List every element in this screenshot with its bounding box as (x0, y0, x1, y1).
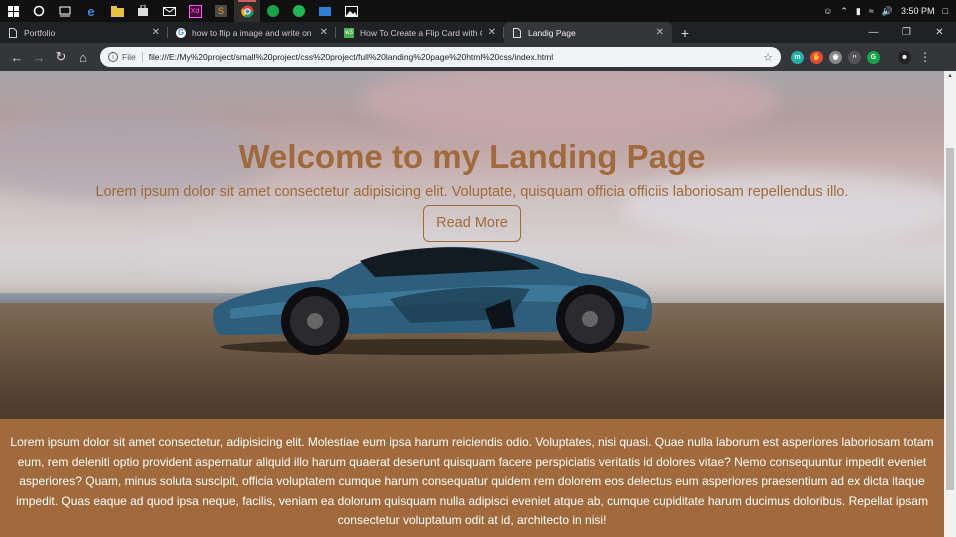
gmail-icon[interactable] (260, 0, 286, 22)
camera-icon[interactable]: ◉ (829, 50, 842, 64)
cortana-icon[interactable] (26, 0, 52, 22)
notification-icon[interactable]: □ (943, 6, 948, 16)
bookmark-star-icon[interactable]: ☆ (763, 51, 773, 64)
info-icon[interactable]: i (108, 52, 118, 62)
url-text[interactable]: file:///E:/My%20project/small%20project/… (149, 52, 763, 62)
tab-title: How To Create a Flip Card with C (360, 27, 482, 38)
menu-icon[interactable]: ⋮ (919, 50, 931, 64)
scrollbar-thumb[interactable] (946, 148, 954, 490)
windows-start-icon[interactable] (0, 0, 26, 22)
adblock-icon[interactable]: ✋ (810, 50, 823, 64)
reload-icon[interactable]: ↻ (50, 46, 72, 68)
body-paragraph: Lorem ipsum dolor sit amet consectetur, … (10, 435, 934, 527)
system-tray: ☺ ⌃ ▮ ≈ 🔊 3:50 PM □ (823, 6, 956, 17)
chevron-up-icon[interactable]: ⌃ (840, 6, 848, 17)
extensions-bar: m ✋ ◉ ‹› G ☻ (791, 50, 911, 64)
task-view-icon[interactable] (52, 0, 78, 22)
mail-icon[interactable] (156, 0, 182, 22)
browser-toolbar: ← → ↻ ⌂ i File file:///E:/My%20project/s… (0, 43, 956, 71)
page-viewport: Welcome to my Landing Page Lorem ipsum d… (0, 71, 944, 537)
hero-content: Welcome to my Landing Page Lorem ipsum d… (0, 137, 944, 242)
tab-google-search[interactable]: G how to flip a image and write on ✕ (168, 22, 336, 43)
scroll-up-icon[interactable]: ▲ (944, 71, 956, 81)
momentum-icon[interactable]: m (791, 50, 804, 64)
sports-car-image (213, 246, 653, 355)
tab-title: Landig Page (528, 27, 576, 38)
sublime-icon[interactable]: S (208, 0, 234, 22)
photos-icon[interactable] (312, 0, 338, 22)
file-explorer-icon[interactable] (104, 0, 130, 22)
desktop: e Xd S ☺ ⌃ ▮ ≈ 🔊 3:50 PM □ Portfolio ✕ G… (0, 0, 956, 537)
minimize-icon[interactable]: — (857, 22, 890, 43)
windows-taskbar: e Xd S ☺ ⌃ ▮ ≈ 🔊 3:50 PM □ (0, 0, 956, 22)
new-tab-button[interactable]: + (672, 22, 698, 43)
tab-portfolio[interactable]: Portfolio ✕ (0, 22, 168, 43)
close-icon[interactable]: ✕ (320, 27, 328, 38)
read-more-button[interactable]: Read More (423, 205, 521, 242)
page-icon (8, 27, 18, 38)
tab-title: Portfolio (24, 27, 56, 38)
edge-icon[interactable]: e (78, 0, 104, 22)
address-bar[interactable]: i File file:///E:/My%20project/small%20p… (100, 47, 781, 67)
close-window-icon[interactable]: ✕ (923, 22, 956, 43)
wifi-icon[interactable]: ≈ (869, 6, 874, 16)
google-icon: G (176, 27, 186, 38)
back-icon[interactable]: ← (6, 46, 28, 68)
hero-subtitle: Lorem ipsum dolor sit amet consectetur a… (95, 184, 849, 200)
grammarly-icon[interactable]: G (867, 50, 880, 64)
spotify-icon[interactable] (286, 0, 312, 22)
sky-cloud (360, 71, 780, 141)
tab-landing-page[interactable]: Landig Page ✕ (504, 22, 672, 43)
close-icon[interactable]: ✕ (656, 27, 664, 38)
hero-title: Welcome to my Landing Page (238, 138, 706, 175)
page-icon (512, 27, 522, 38)
image-viewer-icon[interactable] (338, 0, 364, 22)
url-scheme: File (122, 52, 143, 62)
w3schools-icon: w3 (344, 27, 354, 38)
people-icon[interactable]: ☺ (823, 6, 832, 16)
volume-icon[interactable]: 🔊 (882, 6, 893, 17)
chrome-icon[interactable] (234, 0, 260, 22)
ext-icon[interactable]: ‹› (848, 50, 861, 64)
window-controls: — ❐ ✕ (857, 22, 956, 43)
browser-tab-strip: Portfolio ✕ G how to flip a image and wr… (0, 22, 956, 43)
xd-icon[interactable]: Xd (182, 0, 208, 22)
tab-title: how to flip a image and write on (192, 27, 312, 38)
battery-icon[interactable]: ▮ (856, 6, 861, 17)
home-icon[interactable]: ⌂ (72, 46, 94, 68)
close-icon[interactable]: ✕ (488, 27, 496, 38)
clock[interactable]: 3:50 PM (901, 6, 935, 16)
tab-w3schools[interactable]: w3 How To Create a Flip Card with C ✕ (336, 22, 504, 43)
profile-icon[interactable]: ☻ (898, 50, 911, 64)
forward-icon[interactable]: → (28, 46, 50, 68)
vertical-scrollbar[interactable]: ▲ (944, 71, 956, 537)
close-icon[interactable]: ✕ (152, 27, 160, 38)
restore-icon[interactable]: ❐ (890, 22, 923, 43)
store-icon[interactable] (130, 0, 156, 22)
hero-section: Welcome to my Landing Page Lorem ipsum d… (0, 71, 944, 419)
